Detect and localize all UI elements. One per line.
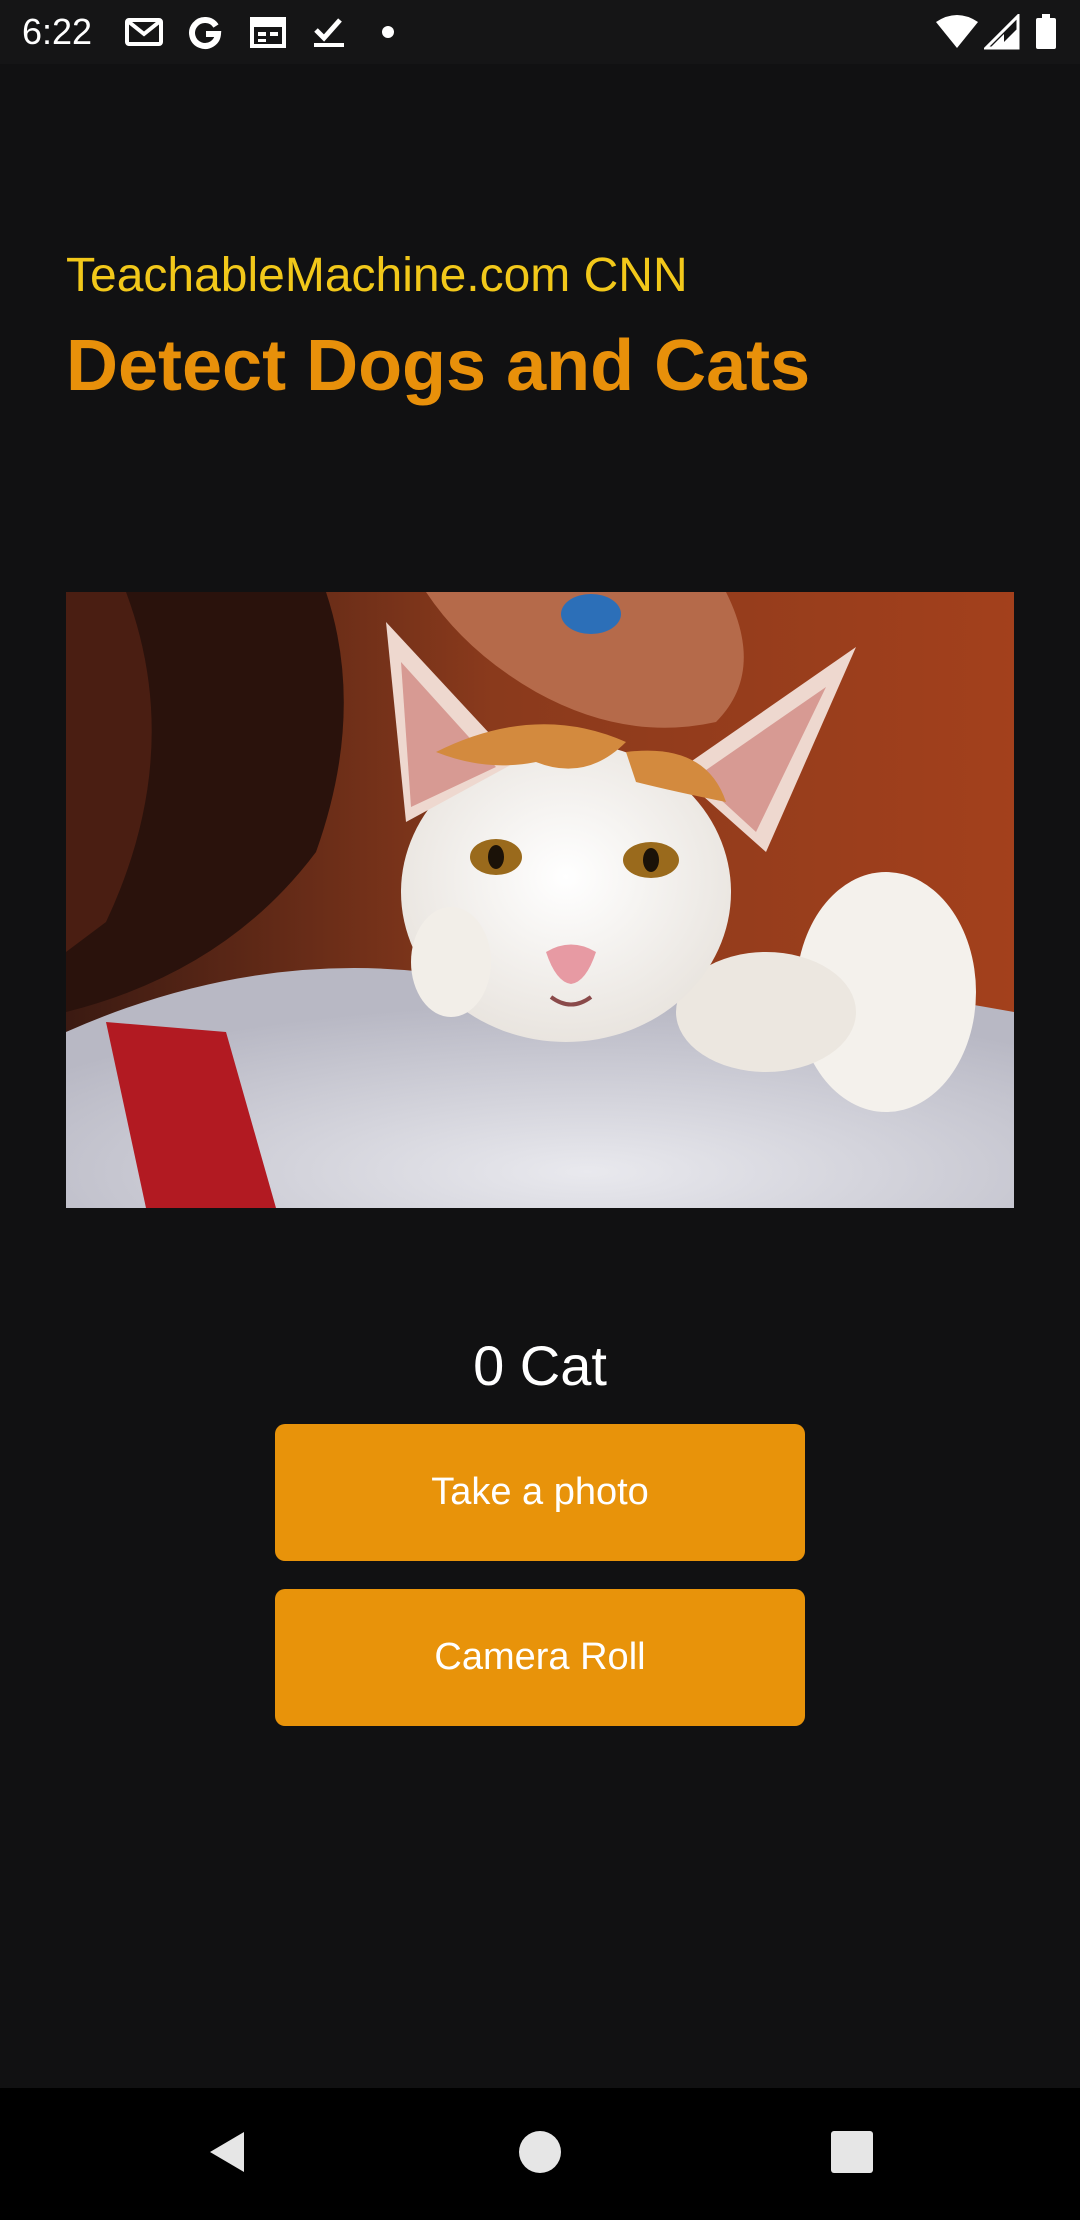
home-icon[interactable] bbox=[516, 2128, 564, 2176]
recents-icon[interactable] bbox=[828, 2128, 876, 2176]
cat-photo bbox=[66, 592, 1014, 1208]
take-photo-button[interactable]: Take a photo bbox=[275, 1424, 805, 1561]
status-bar: 6:22 bbox=[0, 0, 1080, 64]
camera-roll-button[interactable]: Camera Roll bbox=[275, 1589, 805, 1726]
app-screen: 6:22 TeachableMachine.com CNN Detect Dog… bbox=[0, 0, 1080, 2220]
page-title: Detect Dogs and Cats bbox=[66, 326, 811, 406]
calendar-icon bbox=[248, 14, 288, 50]
prediction-label: 0 Cat bbox=[473, 1334, 607, 1397]
wifi-icon bbox=[934, 14, 980, 50]
google-icon bbox=[186, 14, 226, 50]
cellular-signal-icon bbox=[984, 14, 1020, 50]
tasks-check-icon bbox=[310, 14, 350, 50]
back-icon[interactable] bbox=[204, 2128, 252, 2176]
gmail-icon bbox=[124, 14, 164, 50]
battery-icon bbox=[1034, 14, 1058, 50]
app-subtitle: TeachableMachine.com CNN bbox=[66, 249, 688, 302]
status-time: 6:22 bbox=[22, 11, 93, 52]
notification-dot-icon bbox=[370, 14, 406, 50]
